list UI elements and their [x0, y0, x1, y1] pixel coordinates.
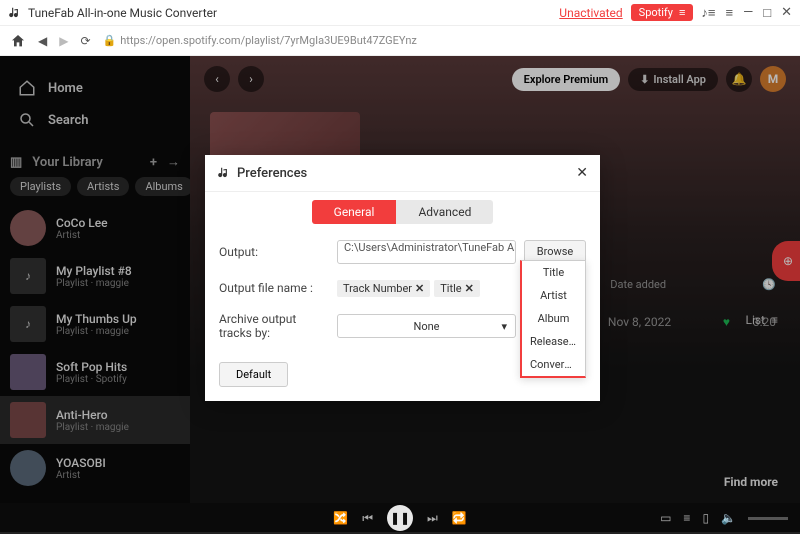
sidebar-library[interactable]: ▥ Your Library + →: [0, 144, 190, 176]
queue-icon[interactable]: ♪≡: [701, 5, 715, 21]
sidebar: Home Search ▥ Your Library + → Playlists…: [0, 56, 190, 503]
spotify-button[interactable]: Spotify≡: [631, 4, 694, 21]
chip-artists[interactable]: Artists: [77, 177, 129, 196]
close-dialog-button[interactable]: ✕: [576, 165, 588, 181]
add-convert-icon: ⊕: [783, 254, 793, 268]
list-view-toggle[interactable]: List≡: [745, 313, 778, 327]
menu-icon[interactable]: ≡: [725, 5, 733, 21]
shuffle-icon[interactable]: 🔀: [333, 511, 348, 525]
chip-playlists[interactable]: Playlists: [10, 177, 71, 196]
refresh-icon[interactable]: ⟳: [80, 34, 90, 48]
default-button[interactable]: Default: [219, 362, 288, 387]
find-more-link[interactable]: Find more: [724, 475, 778, 489]
filter-chips: Playlists Artists Albums ›: [0, 176, 190, 204]
browser-topbar: ◀ ▶ ⟳ 🔒https://open.spotify.com/playlist…: [0, 26, 800, 56]
player-bar: 🔀 ⏮ ❚❚ ⏭ 🔁 ▭ ≡ ▯ 🔈: [0, 503, 800, 533]
tag-track-number[interactable]: Track Number✕: [337, 280, 430, 297]
remove-tag-icon[interactable]: ✕: [415, 282, 424, 295]
queue-icon[interactable]: ≡: [683, 511, 690, 525]
clock-icon: 🕓: [726, 278, 776, 291]
dd-item-title[interactable]: Title: [522, 261, 585, 284]
nav-back-button[interactable]: ‹: [204, 66, 230, 92]
app-logo-icon: [8, 6, 22, 20]
library-icon: ▥: [10, 155, 22, 170]
chip-albums[interactable]: Albums: [135, 177, 192, 196]
sidebar-search[interactable]: Search: [12, 104, 178, 136]
chevron-down-icon: ▾: [501, 320, 507, 333]
library-list: CoCo LeeArtist ♪My Playlist #8Playlist ·…: [0, 204, 190, 503]
bell-icon: 🔔: [732, 72, 747, 86]
convert-fab[interactable]: ⊕: [772, 241, 800, 281]
add-dropdown: Title Artist Album Release … Conversi…: [520, 260, 586, 378]
archive-select[interactable]: None▾: [337, 314, 516, 338]
filename-tags: Track Number✕ Title✕: [337, 280, 516, 297]
remove-tag-icon[interactable]: ✕: [465, 282, 474, 295]
filename-label: Output file name :: [219, 281, 329, 295]
plus-icon[interactable]: +: [150, 155, 157, 170]
app-title: TuneFab All-in-one Music Converter: [28, 6, 559, 20]
tab-general[interactable]: General: [312, 200, 397, 224]
tab-advanced[interactable]: Advanced: [396, 200, 493, 224]
heart-icon[interactable]: ♥: [723, 315, 730, 329]
notifications-button[interactable]: 🔔: [726, 66, 752, 92]
dd-item-conversion[interactable]: Conversi…: [522, 353, 585, 376]
volume-slider[interactable]: [748, 517, 788, 520]
list-item[interactable]: YOASOBIArtist: [0, 444, 190, 492]
close-window-icon[interactable]: ✕: [781, 5, 792, 20]
install-app-button[interactable]: ⬇Install App: [628, 68, 718, 91]
lyrics-icon[interactable]: ▭: [660, 511, 671, 525]
dialog-tabs: General Advanced: [205, 192, 600, 234]
output-label: Output:: [219, 245, 329, 259]
repeat-icon[interactable]: 🔁: [452, 511, 467, 525]
output-path-field[interactable]: C:\Users\Administrator\TuneFab All-in-on…: [337, 240, 516, 264]
archive-label: Archive output tracks by:: [219, 312, 329, 340]
dialog-title: Preferences: [237, 166, 576, 181]
list-item[interactable]: Soft Pop HitsPlaylist · Spotify: [0, 348, 190, 396]
dd-item-release[interactable]: Release …: [522, 330, 585, 353]
list-item[interactable]: ♪My Thumbs UpPlaylist · maggie: [0, 300, 190, 348]
forward-icon[interactable]: ▶: [59, 34, 68, 48]
download-icon: ⬇: [640, 73, 649, 86]
arrow-right-icon[interactable]: →: [167, 154, 180, 170]
home-icon[interactable]: [10, 33, 26, 49]
dialog-logo-icon: [217, 166, 231, 180]
lock-icon: 🔒: [103, 34, 117, 47]
list-icon: ≡: [771, 313, 778, 327]
sidebar-home[interactable]: Home: [12, 72, 178, 104]
minimize-icon[interactable]: —: [743, 5, 753, 20]
url-bar[interactable]: 🔒https://open.spotify.com/playlist/7yrMg…: [103, 34, 790, 47]
play-button[interactable]: ❚❚: [387, 505, 413, 531]
devices-icon[interactable]: ▯: [702, 511, 709, 525]
explore-premium-button[interactable]: Explore Premium: [512, 68, 621, 91]
list-item[interactable]: Anti-HeroPlaylist · maggie: [0, 396, 190, 444]
list-item[interactable]: CoCo LeeArtist: [0, 204, 190, 252]
maximize-icon[interactable]: □: [763, 5, 771, 21]
avatar[interactable]: M: [760, 66, 786, 92]
volume-icon[interactable]: 🔈: [721, 511, 736, 525]
dd-item-album[interactable]: Album: [522, 307, 585, 330]
unactivated-link[interactable]: Unactivated: [559, 6, 622, 20]
prev-icon[interactable]: ⏮: [362, 511, 373, 526]
next-icon[interactable]: ⏭: [427, 511, 438, 526]
dd-item-artist[interactable]: Artist: [522, 284, 585, 307]
preferences-dialog: Preferences ✕ General Advanced Output: C…: [205, 155, 600, 401]
list-item[interactable]: ♪My Playlist #8Playlist · maggie: [0, 252, 190, 300]
nav-forward-button[interactable]: ›: [238, 66, 264, 92]
pause-icon: ❚❚: [390, 511, 410, 525]
tag-title[interactable]: Title✕: [434, 280, 480, 297]
back-icon[interactable]: ◀: [38, 34, 47, 48]
titlebar: TuneFab All-in-one Music Converter Unact…: [0, 0, 800, 26]
